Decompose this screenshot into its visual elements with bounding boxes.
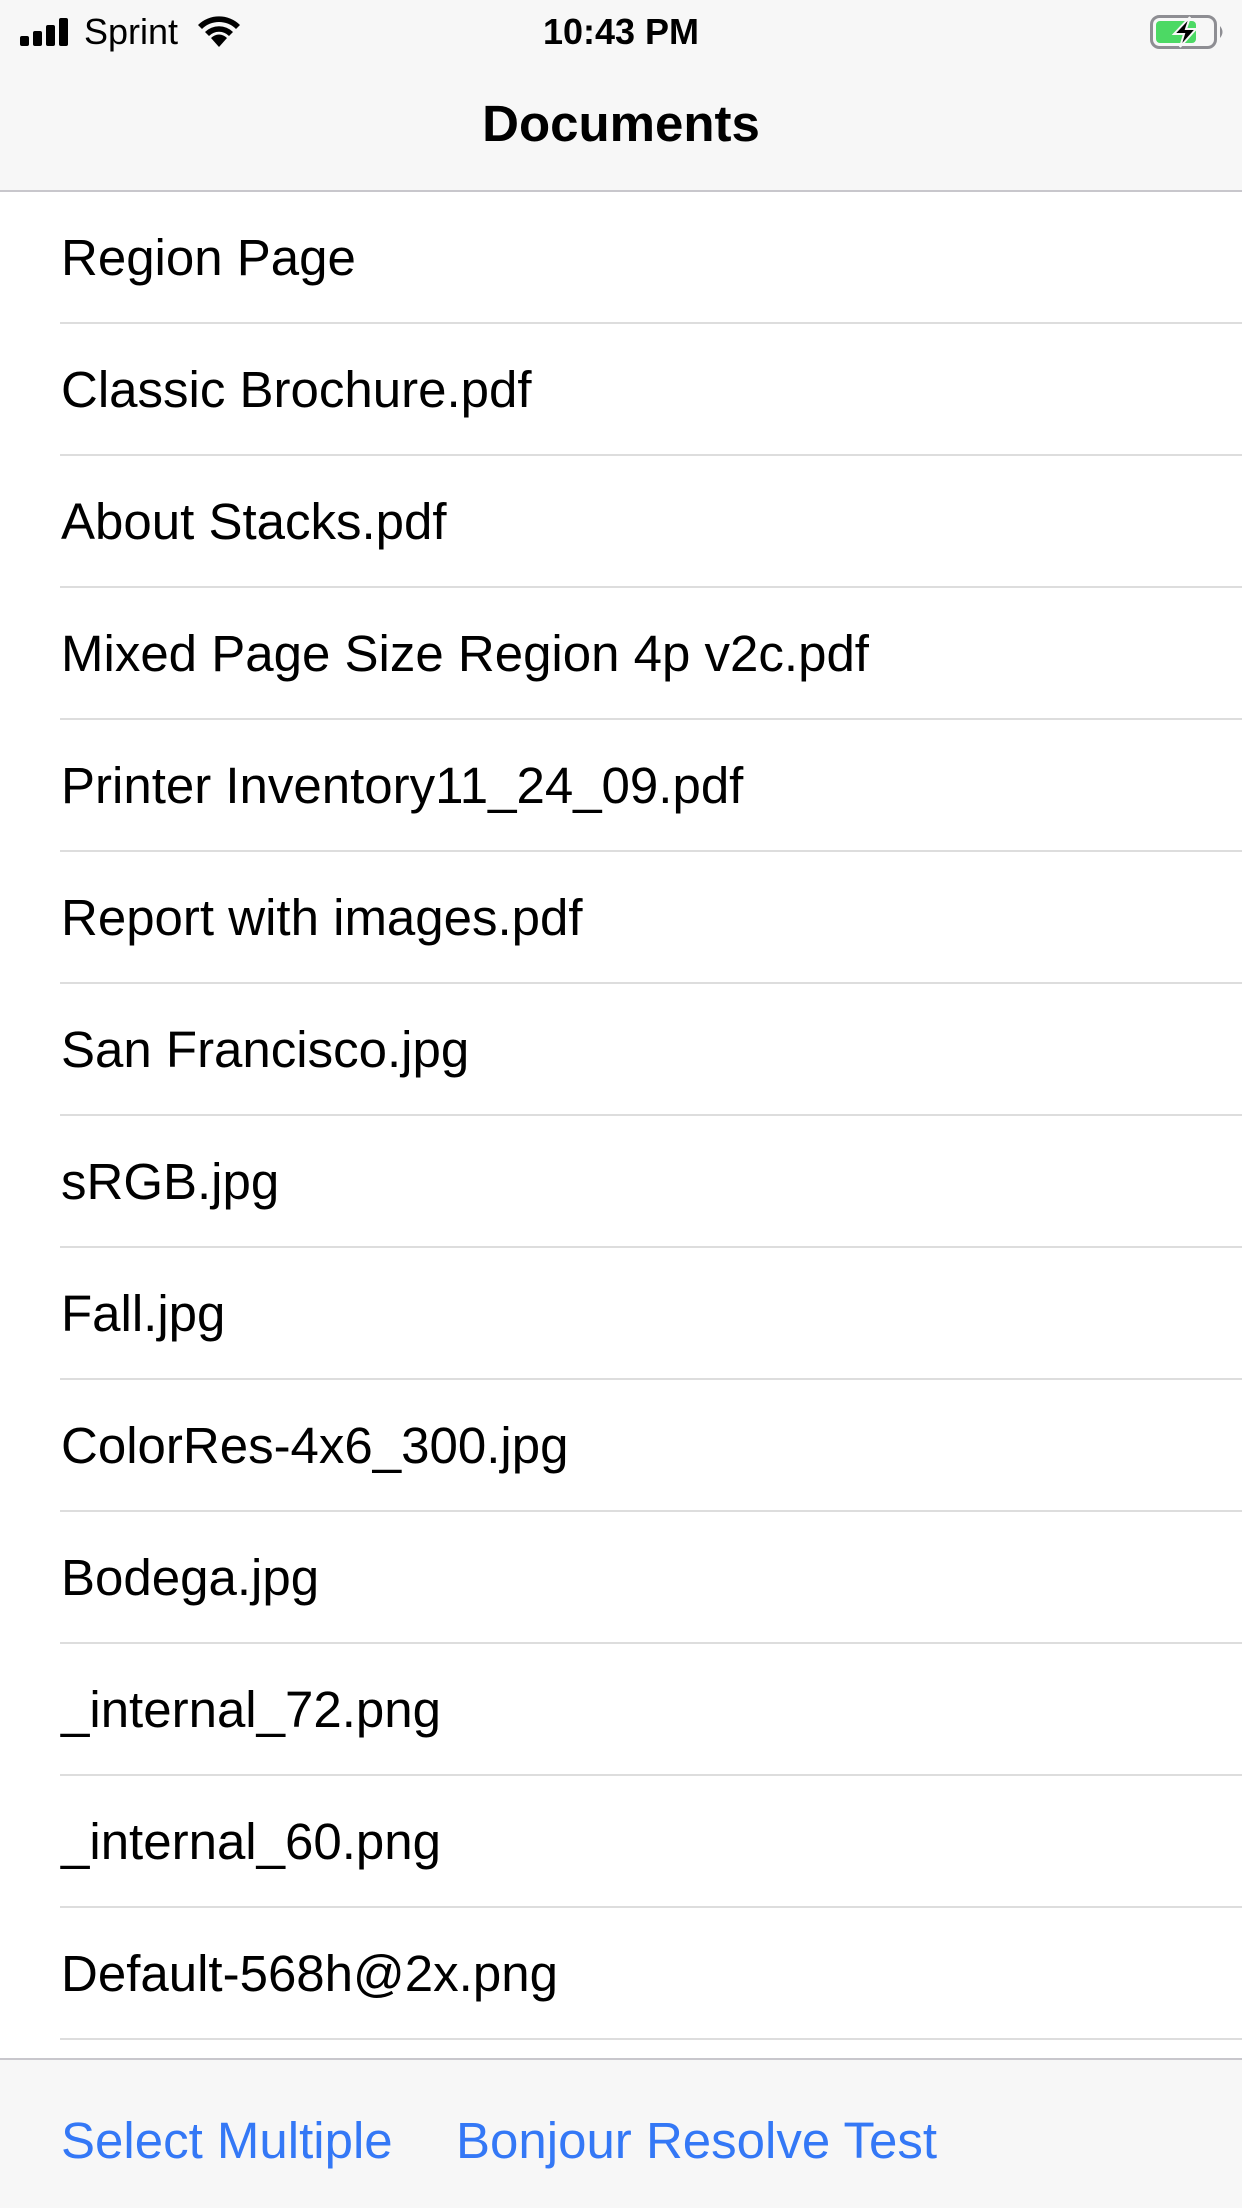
document-row[interactable]: Report with images.pdf — [0, 852, 1242, 984]
document-name: Report with images.pdf — [61, 889, 583, 946]
document-name: Region Page — [61, 229, 356, 286]
select-multiple-button[interactable]: Select Multiple — [61, 2110, 393, 2172]
document-name: About Stacks.pdf — [61, 493, 447, 550]
document-row[interactable]: Printer Inventory11_24_09.pdf — [0, 720, 1242, 852]
document-row[interactable]: Mixed Page Size Region 4p v2c.pdf — [0, 588, 1242, 720]
document-name: _internal_60.png — [61, 1813, 441, 1870]
document-row[interactable]: ColorRes-4x6_300.jpg — [0, 1380, 1242, 1512]
documents-screen: Sprint 10:43 PM Documents Region Page Cl… — [0, 0, 1242, 2208]
document-row[interactable]: About Stacks.pdf — [0, 456, 1242, 588]
document-name: Bodega.jpg — [61, 1549, 320, 1606]
document-row[interactable]: _internal_72.png — [0, 1644, 1242, 1776]
status-time: 10:43 PM — [542, 11, 700, 52]
bonjour-resolve-test-button[interactable]: Bonjour Resolve Test — [456, 2110, 937, 2172]
document-row[interactable]: _internal_60.png — [0, 1776, 1242, 1908]
document-row[interactable]: Bodega.jpg — [0, 1512, 1242, 1644]
battery-charging-icon — [1150, 15, 1223, 49]
document-row[interactable]: Classic Brochure.pdf — [0, 324, 1242, 456]
document-name: Default-568h@2x.png — [61, 1945, 558, 2002]
bottom-toolbar: Select Multiple Bonjour Resolve Test — [0, 2058, 1242, 2208]
navigation-bar: Documents — [0, 62, 1242, 192]
document-name: ColorRes-4x6_300.jpg — [61, 1417, 569, 1474]
page-title: Documents — [482, 95, 760, 152]
document-name: Printer Inventory11_24_09.pdf — [61, 757, 744, 814]
status-bar: Sprint 10:43 PM — [0, 0, 1242, 62]
document-name: Classic Brochure.pdf — [61, 361, 532, 418]
document-row[interactable]: San Francisco.jpg — [0, 984, 1242, 1116]
document-name: sRGB.jpg — [61, 1153, 280, 1210]
document-name: San Francisco.jpg — [61, 1021, 470, 1078]
document-row[interactable]: Region Page — [0, 192, 1242, 324]
document-name: Fall.jpg — [61, 1285, 226, 1342]
document-name: Mixed Page Size Region 4p v2c.pdf — [61, 625, 869, 682]
document-name: _internal_72.png — [61, 1681, 441, 1738]
document-row[interactable]: Default-568h@2x.png — [0, 1908, 1242, 2040]
document-row[interactable]: sRGB.jpg — [0, 1116, 1242, 1248]
document-list: Region Page Classic Brochure.pdf About S… — [0, 192, 1242, 2058]
document-row[interactable]: Fall.jpg — [0, 1248, 1242, 1380]
